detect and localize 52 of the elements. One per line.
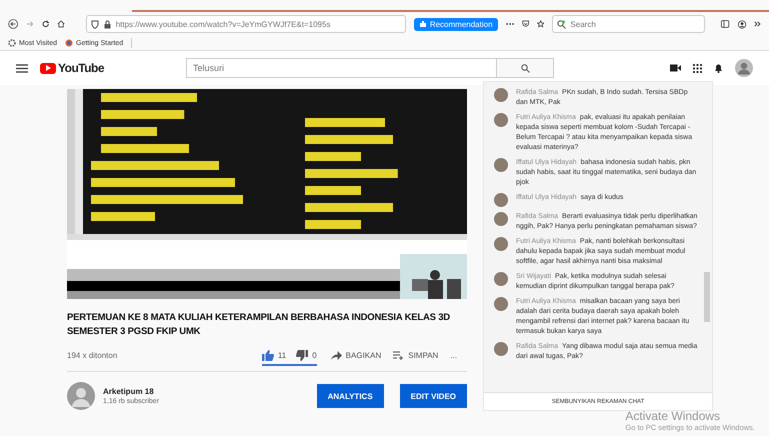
- apps-icon[interactable]: [693, 64, 702, 72]
- search-field[interactable]: Search: [552, 15, 706, 33]
- scrollbar-thumb[interactable]: [704, 272, 710, 322]
- back-icon[interactable]: [8, 17, 18, 31]
- sidebar-icon[interactable]: [721, 19, 730, 29]
- search-field[interactable]: Telusuri: [186, 58, 496, 78]
- video-player[interactable]: [67, 89, 467, 299]
- edit-video-button[interactable]: EDIT VIDEO: [400, 384, 467, 408]
- share-button[interactable]: BAGIKAN: [330, 350, 382, 360]
- more-icon[interactable]: [506, 22, 514, 26]
- user-avatar: [494, 212, 508, 226]
- extension-button[interactable]: Recommendation: [414, 18, 498, 30]
- playlist-add-icon: [393, 350, 404, 360]
- save-button[interactable]: SIMPAN: [393, 350, 438, 360]
- channel-avatar[interactable]: [67, 382, 95, 410]
- user-avatar: [494, 297, 508, 311]
- user-avatar: [494, 193, 508, 207]
- lock-icon: [104, 20, 111, 28]
- address-bar[interactable]: https://www.youtube.com/watch?v=JeYmGYWJf7E&t=1095s: [86, 15, 406, 33]
- avatar-icon[interactable]: [735, 59, 753, 77]
- thumbs-down-icon: [296, 350, 308, 360]
- user-avatar: [494, 88, 508, 102]
- share-icon: [330, 350, 342, 360]
- account-icon[interactable]: [738, 18, 746, 30]
- menu-icon[interactable]: [16, 64, 28, 72]
- user-avatar: [494, 237, 508, 251]
- search-icon: [557, 20, 566, 28]
- dislike-button[interactable]: 0: [296, 350, 317, 360]
- puzzle-icon: [418, 20, 427, 28]
- overflow-icon[interactable]: [754, 20, 762, 28]
- youtube-logo[interactable]: YouTube: [40, 61, 104, 75]
- home-icon[interactable]: [57, 19, 66, 29]
- video-title: PERTEMUAN KE 8 MATA KULIAH KETERAMPILAN BERBAHASA INDONESIA KELAS 3D SEMESTER 3 PGSD FKIP UMK: [67, 311, 451, 339]
- search-icon: [520, 64, 530, 72]
- star-icon[interactable]: [537, 19, 544, 29]
- view-count: 194 x ditonton: [67, 350, 118, 360]
- like-button[interactable]: 11: [262, 350, 286, 360]
- activation-notice-title: Activate Windows: [625, 409, 722, 423]
- thumbs-up-icon: [262, 350, 274, 360]
- camera-icon[interactable]: [670, 64, 681, 72]
- user-avatar: [494, 113, 508, 127]
- user-avatar: [494, 158, 508, 172]
- analytics-button[interactable]: ANALYTICS: [316, 384, 384, 408]
- user-avatar: [494, 272, 508, 286]
- user-avatar: [494, 342, 508, 356]
- pocket-icon[interactable]: [522, 19, 530, 29]
- channel-name[interactable]: Arketipum 18: [103, 387, 160, 396]
- bell-icon[interactable]: [714, 63, 723, 73]
- more-button[interactable]: ...: [450, 350, 457, 360]
- reload-icon[interactable]: [42, 19, 50, 29]
- shield-icon: [90, 20, 99, 28]
- forward-icon[interactable]: [26, 19, 34, 29]
